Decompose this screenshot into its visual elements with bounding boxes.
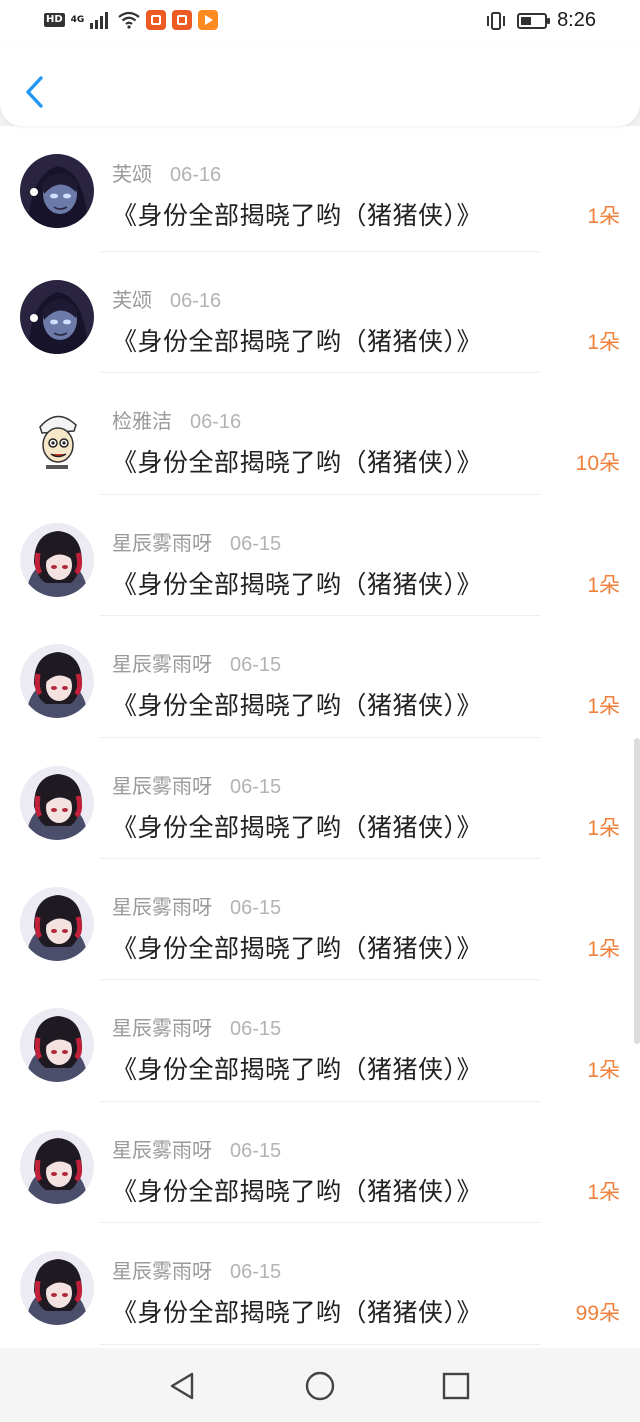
flower-count: 1朵 <box>587 937 620 961</box>
record-meta: 星辰雾雨呀 06-15 <box>112 770 281 799</box>
flower-count: 10朵 <box>575 452 620 476</box>
gift-record-row[interactable]: 星辰雾雨呀 06-15 《身份全部揭晓了哟（猪猪侠）》 1朵 <box>0 1102 640 1224</box>
video-app-icon <box>198 10 219 30</box>
network-label: 4G <box>70 14 85 25</box>
gift-record-row[interactable]: 检雅洁 06-16 《身份全部揭晓了哟（猪猪侠）》 10朵 <box>0 373 640 495</box>
user-avatar[interactable] <box>20 401 94 476</box>
book-title[interactable]: 《身份全部揭晓了哟（猪猪侠）》 <box>112 808 482 844</box>
clock: 8:26 <box>557 9 596 31</box>
user-avatar[interactable] <box>20 765 94 840</box>
username[interactable]: 星辰雾雨呀 <box>112 1134 212 1163</box>
user-avatar[interactable] <box>20 1251 94 1326</box>
gift-record-list[interactable]: 芙颂 06-16 《身份全部揭晓了哟（猪猪侠）》 1朵 芙颂 06-16 《身份全部揭晓了哟… <box>0 126 640 1348</box>
status-left: HD 4G <box>44 10 219 30</box>
nav-home-icon[interactable] <box>304 1370 336 1402</box>
gift-record-row[interactable]: 芙颂 06-16 《身份全部揭晓了哟（猪猪侠）》 1朵 <box>0 252 640 374</box>
username[interactable]: 芙颂 <box>112 158 152 187</box>
record-date: 06-15 <box>230 1018 282 1041</box>
book-title[interactable]: 《身份全部揭晓了哟（猪猪侠）》 <box>112 1293 482 1329</box>
username[interactable]: 星辰雾雨呀 <box>112 770 212 799</box>
gift-record-row[interactable]: 星辰雾雨呀 06-15 《身份全部揭晓了哟（猪猪侠）》 1朵 <box>0 495 640 617</box>
flower-count: 1朵 <box>587 331 620 354</box>
record-date: 06-16 <box>190 411 242 434</box>
record-meta: 星辰雾雨呀 06-15 <box>112 1255 281 1284</box>
book-title[interactable]: 《身份全部揭晓了哟（猪猪侠）》 <box>112 322 482 358</box>
signal-icon <box>90 12 109 29</box>
flower-count: 1朵 <box>587 695 620 719</box>
record-meta: 星辰雾雨呀 06-15 <box>112 1012 281 1041</box>
record-meta: 检雅洁 06-16 <box>112 405 241 434</box>
hd-icon: HD <box>44 13 65 27</box>
user-avatar[interactable] <box>20 1129 94 1204</box>
username[interactable]: 星辰雾雨呀 <box>112 527 212 556</box>
record-date: 06-15 <box>230 896 282 919</box>
flower-count: 1朵 <box>587 573 620 597</box>
wifi-icon <box>118 11 141 29</box>
gift-record-row[interactable]: 星辰雾雨呀 06-15 《身份全部揭晓了哟（猪猪侠）》 1朵 <box>0 738 640 859</box>
user-avatar[interactable] <box>20 886 94 961</box>
row-divider <box>100 1343 540 1345</box>
battery-icon <box>517 12 551 29</box>
book-title[interactable]: 《身份全部揭晓了哟（猪猪侠）》 <box>112 196 482 232</box>
vibrate-icon <box>487 11 506 30</box>
record-meta: 星辰雾雨呀 06-15 <box>112 1134 281 1163</box>
flower-count: 99朵 <box>575 1302 620 1326</box>
flower-count: 1朵 <box>587 205 620 228</box>
book-title[interactable]: 《身份全部揭晓了哟（猪猪侠）》 <box>112 686 482 722</box>
username[interactable]: 星辰雾雨呀 <box>112 891 212 920</box>
system-nav-bar <box>0 1348 640 1422</box>
flower-count: 1朵 <box>587 1059 620 1083</box>
user-avatar[interactable] <box>20 154 94 228</box>
user-avatar[interactable] <box>20 522 94 597</box>
gift-record-row[interactable]: 星辰雾雨呀 06-15 《身份全部揭晓了哟（猪猪侠）》 1朵 <box>0 859 640 981</box>
record-date: 06-15 <box>230 1261 282 1284</box>
record-date: 06-15 <box>230 532 282 555</box>
record-meta: 芙颂 06-16 <box>112 158 221 187</box>
book-title[interactable]: 《身份全部揭晓了哟（猪猪侠）》 <box>112 929 482 965</box>
nav-back-icon[interactable] <box>166 1370 198 1402</box>
gift-record-row[interactable]: 星辰雾雨呀 06-15 《身份全部揭晓了哟（猪猪侠）》 1朵 <box>0 616 640 738</box>
user-avatar[interactable] <box>20 644 94 719</box>
flower-count: 1朵 <box>587 1180 620 1204</box>
book-title[interactable]: 《身份全部揭晓了哟（猪猪侠）》 <box>112 1172 482 1208</box>
book-title[interactable]: 《身份全部揭晓了哟（猪猪侠）》 <box>112 1050 482 1086</box>
gift-record-row[interactable]: 星辰雾雨呀 06-15 《身份全部揭晓了哟（猪猪侠）》 1朵 <box>0 980 640 1102</box>
gift-record-row[interactable]: 星辰雾雨呀 06-15 《身份全部揭晓了哟（猪猪侠）》 99朵 <box>0 1223 640 1345</box>
flower-count: 1朵 <box>587 816 620 840</box>
scrollbar[interactable] <box>634 738 640 1044</box>
back-chevron-icon[interactable] <box>20 72 50 112</box>
username[interactable]: 芙颂 <box>112 284 152 313</box>
username[interactable]: 检雅洁 <box>112 405 172 434</box>
record-date: 06-15 <box>230 654 282 677</box>
username[interactable]: 星辰雾雨呀 <box>112 648 212 677</box>
record-date: 06-16 <box>170 290 222 312</box>
user-avatar[interactable] <box>20 280 94 354</box>
record-meta: 星辰雾雨呀 06-15 <box>112 648 281 677</box>
status-bar: HD 4G 8:26 <box>0 0 640 44</box>
record-date: 06-15 <box>230 1139 282 1162</box>
book-title[interactable]: 《身份全部揭晓了哟（猪猪侠）》 <box>112 565 482 601</box>
username[interactable]: 星辰雾雨呀 <box>112 1012 212 1041</box>
app-notification-icon <box>146 10 167 30</box>
top-header <box>0 44 640 126</box>
status-right: 8:26 <box>485 9 596 32</box>
nav-recents-icon[interactable] <box>440 1370 472 1402</box>
user-avatar[interactable] <box>20 1008 94 1083</box>
gift-record-row[interactable]: 芙颂 06-16 《身份全部揭晓了哟（猪猪侠）》 1朵 <box>0 126 640 252</box>
username[interactable]: 星辰雾雨呀 <box>112 1255 212 1284</box>
app-notification-icon <box>172 10 193 30</box>
record-meta: 芙颂 06-16 <box>112 284 221 313</box>
record-meta: 星辰雾雨呀 06-15 <box>112 891 281 920</box>
record-meta: 星辰雾雨呀 06-15 <box>112 527 281 556</box>
record-date: 06-16 <box>170 164 222 186</box>
record-date: 06-15 <box>230 775 282 798</box>
book-title[interactable]: 《身份全部揭晓了哟（猪猪侠）》 <box>112 443 482 479</box>
